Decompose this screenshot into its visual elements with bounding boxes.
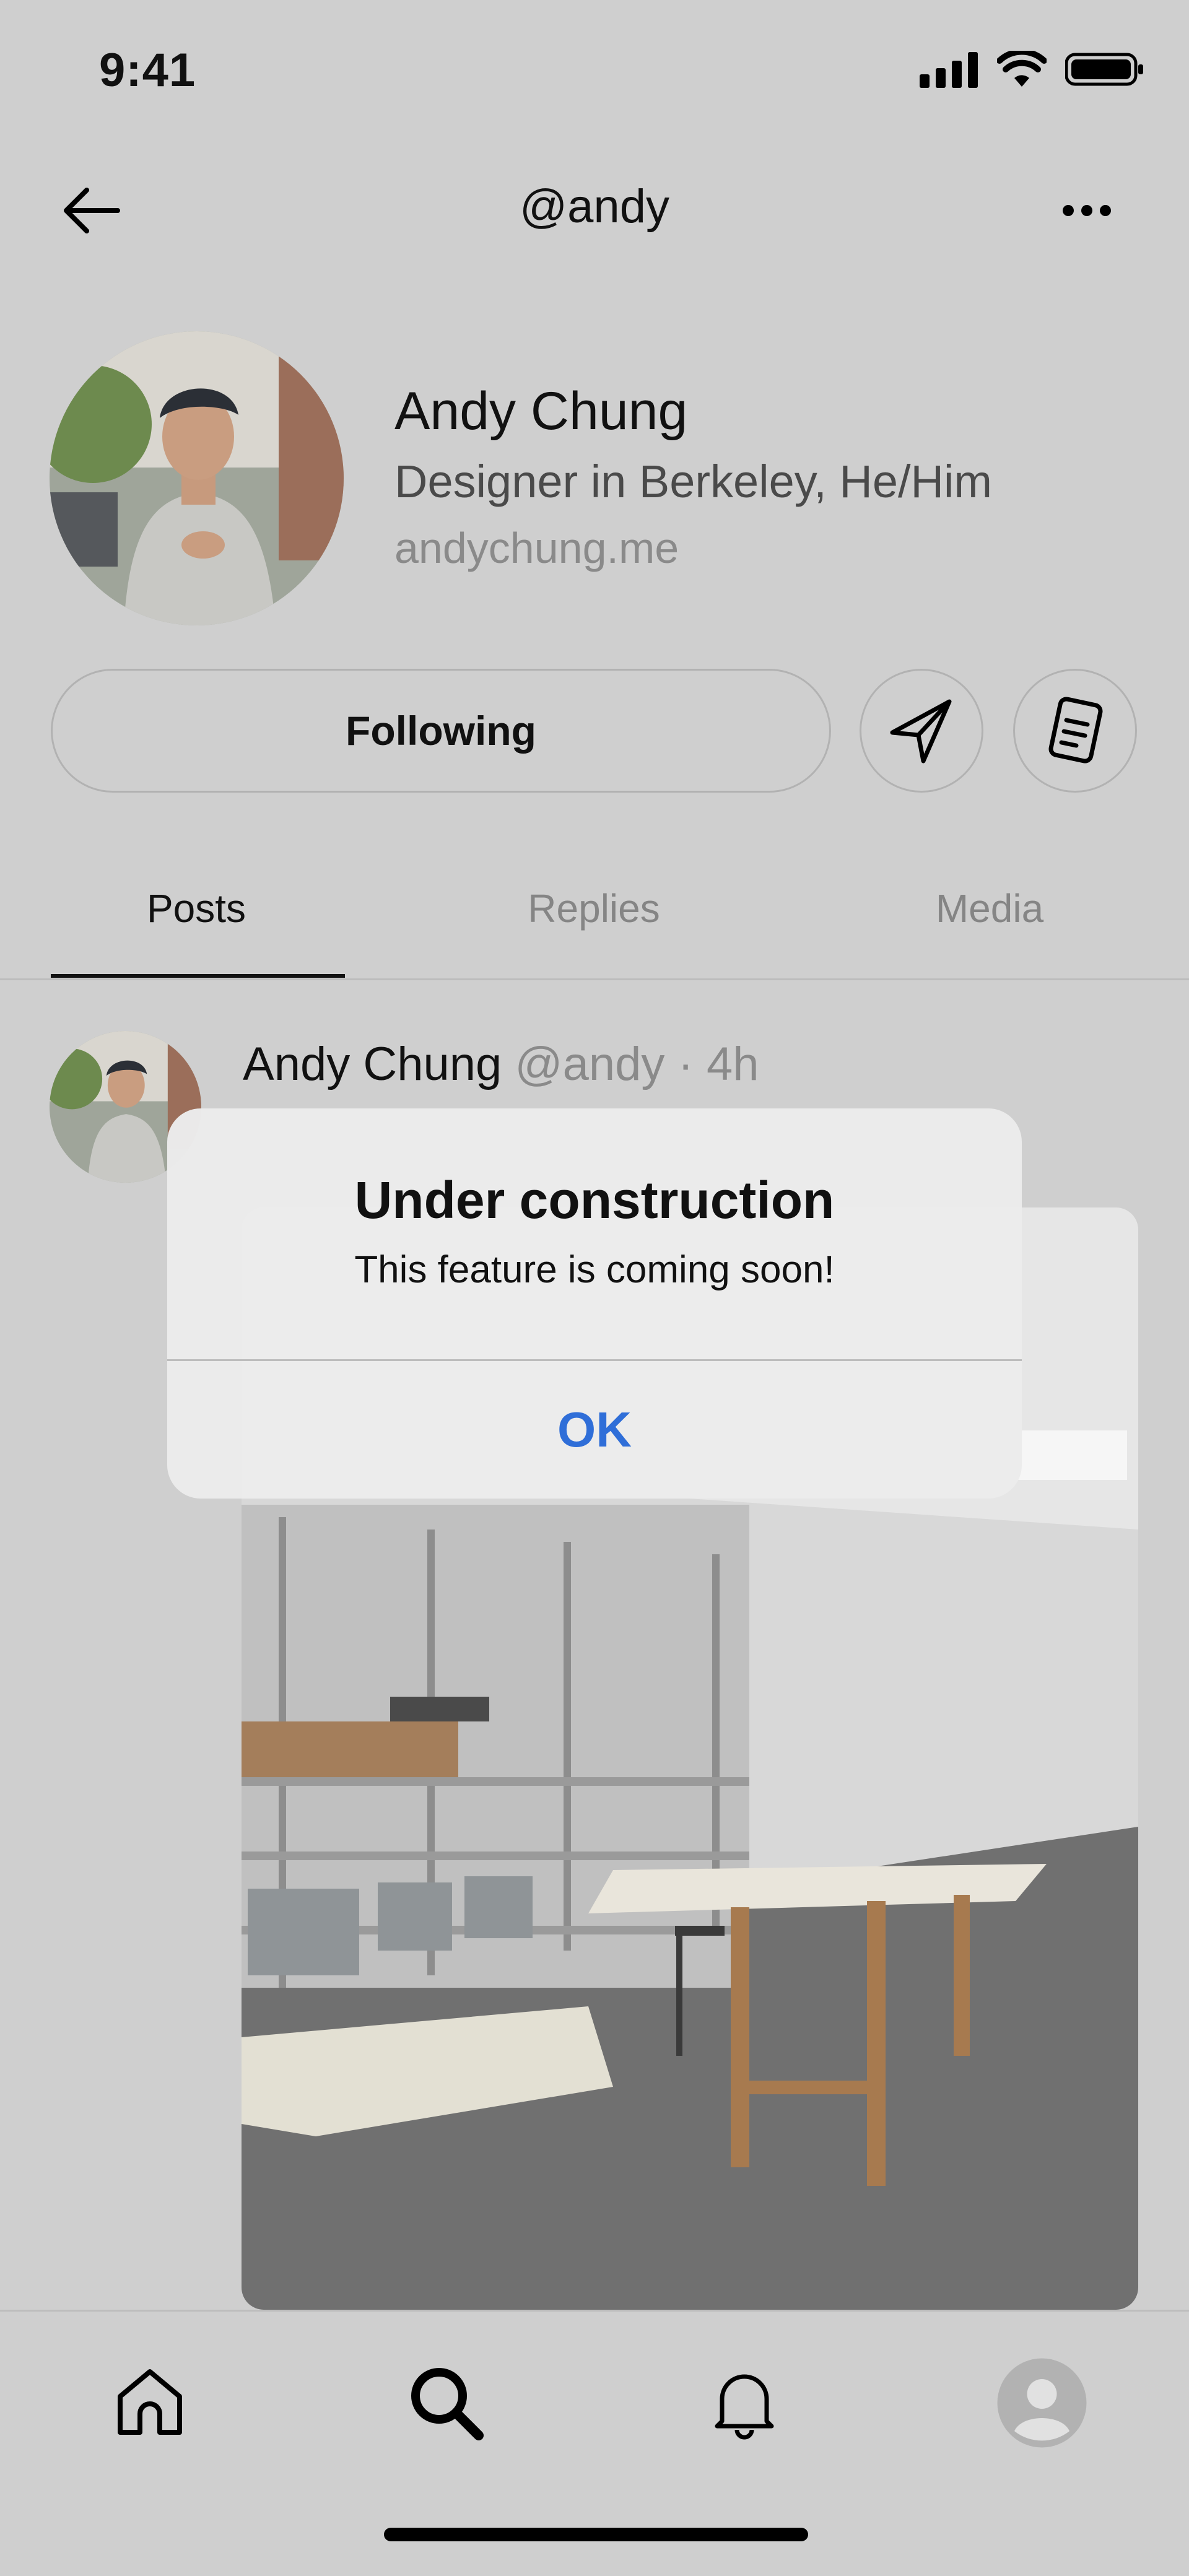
tab-notifications[interactable] (695, 2353, 794, 2452)
tab-profile[interactable] (992, 2353, 1091, 2452)
search-icon (411, 2368, 484, 2440)
profile-name: Andy Chung (394, 381, 688, 441)
nav-title: @andy (520, 180, 669, 233)
tab-home[interactable] (100, 2353, 199, 2452)
home-icon (118, 2369, 182, 2435)
dialog-ok-button[interactable]: OK (167, 1361, 1022, 1499)
signal-icon (920, 52, 978, 88)
dialog-title: Under construction (354, 1171, 835, 1229)
send-message-button[interactable] (860, 669, 983, 793)
profile-bio: Designer in Berkeley, He/Him (394, 456, 993, 507)
active-tab-indicator (51, 974, 345, 978)
user-avatar-icon (997, 2358, 1086, 2447)
tab-replies[interactable]: Replies (448, 886, 739, 931)
tab-divider (0, 978, 1189, 980)
paper-plane-icon (890, 699, 952, 764)
post-separator: · (677, 1038, 694, 1090)
profile-link[interactable]: andychung.me (394, 523, 679, 573)
post-handle: @andy (515, 1038, 665, 1090)
status-time: 9:41 (99, 44, 196, 97)
tab-media[interactable]: Media (844, 886, 1135, 931)
bell-icon (715, 2374, 774, 2440)
post-header: Andy Chung @andy · 4h (243, 1037, 759, 1091)
ellipsis-icon (1063, 205, 1111, 216)
tab-posts[interactable]: Posts (51, 886, 342, 931)
dialog-message: This feature is coming soon! (354, 1248, 835, 1291)
document-icon (1048, 697, 1103, 764)
tab-search[interactable] (396, 2353, 495, 2452)
more-button[interactable] (1053, 176, 1121, 245)
status-icons (920, 51, 1146, 88)
post-time: 4h (706, 1038, 759, 1090)
wifi-icon (997, 51, 1047, 87)
notes-button[interactable] (1013, 669, 1137, 793)
battery-icon (1065, 53, 1143, 86)
profile-avatar (50, 331, 344, 625)
home-indicator (384, 2528, 808, 2541)
post-author-name[interactable]: Andy Chung (243, 1038, 502, 1090)
following-button[interactable]: Following (51, 669, 831, 793)
alert-dialog: Under construction This feature is comin… (167, 1108, 1022, 1499)
